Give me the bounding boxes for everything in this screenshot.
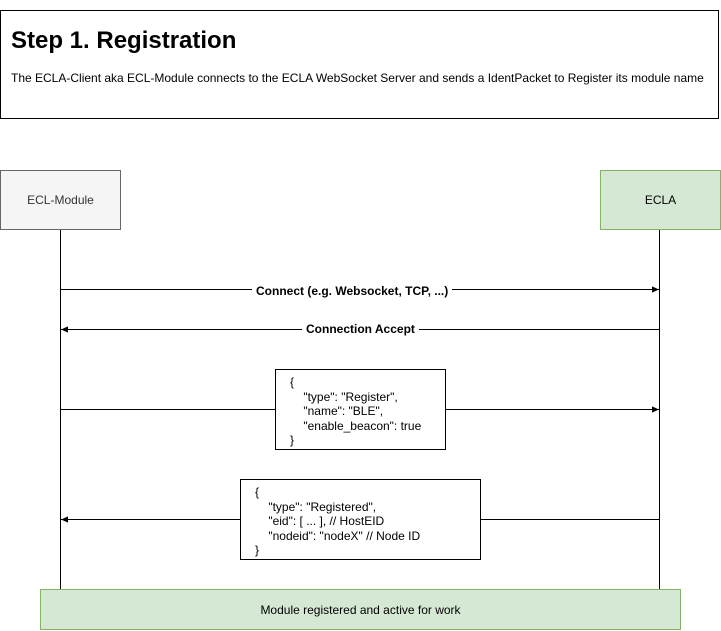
registered-payload-box: { "type": "Registered", "eid": [ ... ], …	[240, 479, 481, 560]
participant-ecla-label: ECLA	[644, 193, 677, 207]
participant-ecla: ECLA	[600, 170, 721, 230]
message-connect-label: Connect (e.g. Websocket, TCP, ...)	[252, 284, 453, 298]
participant-ecl-module-label: ECL-Module	[27, 193, 94, 207]
message-accept-label: Connection Accept	[302, 322, 419, 336]
status-box: Module registered and active for work	[40, 589, 681, 630]
status-label: Module registered and active for work	[260, 602, 461, 617]
participant-ecl-module: ECL-Module	[0, 170, 121, 230]
register-payload-box: { "type": "Register", "name": "BLE", "en…	[275, 369, 446, 450]
